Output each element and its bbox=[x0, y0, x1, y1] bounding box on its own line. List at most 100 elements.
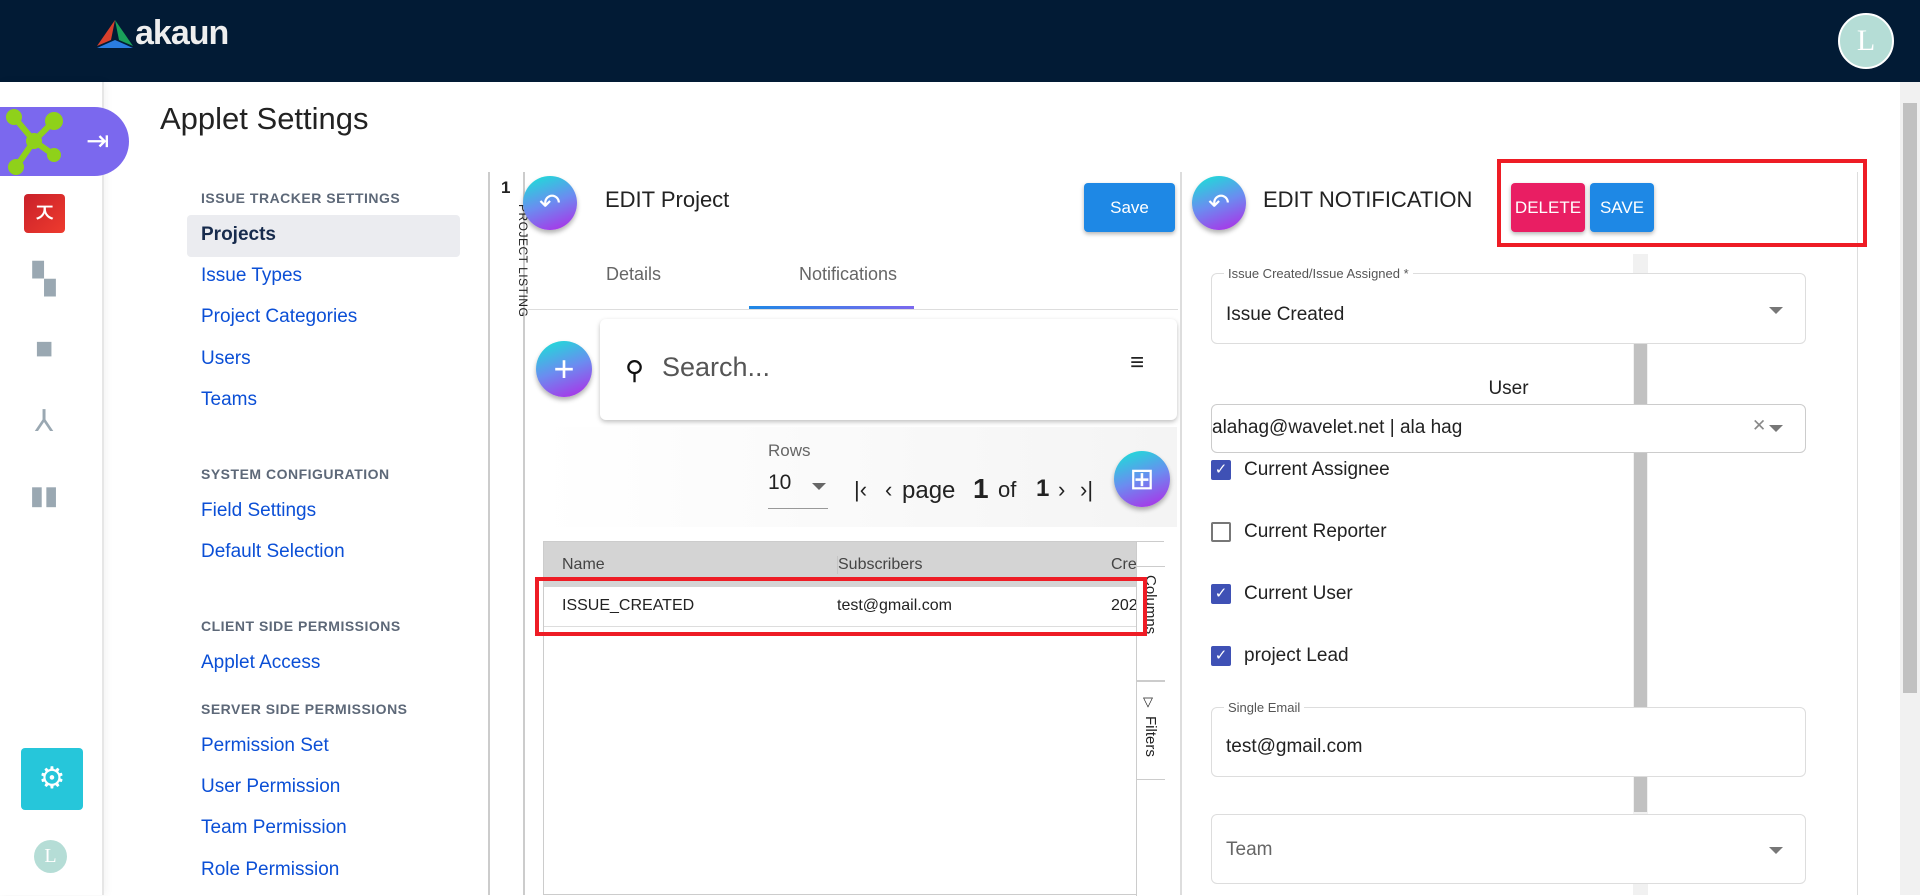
network-icon bbox=[6, 109, 63, 175]
grid-view-button[interactable]: ⊞ bbox=[1114, 451, 1170, 507]
listing-count: 1 bbox=[501, 178, 511, 197]
nav-item-default-selection[interactable]: Default Selection bbox=[201, 541, 345, 563]
grid-icon: ⊞ bbox=[1129, 462, 1155, 496]
nav-item-project-categories[interactable]: Project Categories bbox=[201, 306, 357, 328]
checkbox-project-lead[interactable]: ✓ bbox=[1211, 646, 1231, 666]
gear-icon: ⚙ bbox=[38, 762, 66, 795]
tabs-divider bbox=[528, 309, 1178, 310]
top-bar: akaun L bbox=[0, 0, 1920, 82]
next-page-icon[interactable]: › bbox=[1058, 477, 1065, 503]
single-email-value: test@gmail.com bbox=[1226, 736, 1363, 757]
page-current: 1 bbox=[973, 473, 989, 504]
pagination-bar: Rows 10 |‹ ‹ page 1 of 1 › ›| bbox=[540, 427, 1177, 527]
nav-item-user-permission[interactable]: User Permission bbox=[201, 776, 340, 798]
team-select[interactable]: Team bbox=[1211, 814, 1806, 884]
column-header-subscribers[interactable]: Subscribers bbox=[837, 556, 922, 574]
checkbox-current-reporter[interactable] bbox=[1211, 522, 1231, 542]
issue-tracker-app-icon[interactable]: ㅈ bbox=[24, 194, 65, 233]
user-select[interactable]: alahag@wavelet.net | ala hag ✕ bbox=[1211, 404, 1806, 453]
project-save-button[interactable]: Save bbox=[1084, 183, 1175, 232]
clear-icon[interactable]: ✕ bbox=[1752, 416, 1766, 436]
checkbox-current-assignee[interactable]: ✓ bbox=[1211, 460, 1231, 480]
listing-label: PROJECT LISTING bbox=[516, 204, 530, 318]
label-current-user: Current User bbox=[1244, 583, 1353, 604]
nav-heading-issue-tracker: ISSUE TRACKER SETTINGS bbox=[201, 190, 401, 206]
enter-icon: ⇥ bbox=[86, 125, 110, 156]
project-listing-collapsed-tab[interactable]: 1 PROJECT LISTING bbox=[488, 172, 530, 895]
nav-item-issue-types[interactable]: Issue Types bbox=[201, 265, 302, 287]
last-page-icon[interactable]: ›| bbox=[1080, 477, 1093, 503]
nav-heading-client-permissions: CLIENT SIDE PERMISSIONS bbox=[201, 618, 401, 634]
single-email-field[interactable]: Single Email test@gmail.com bbox=[1211, 700, 1806, 777]
chevron-down-icon bbox=[1769, 847, 1783, 854]
back-button[interactable]: ↶ bbox=[523, 176, 577, 230]
user-avatar[interactable]: L bbox=[1838, 13, 1894, 69]
funnel-icon: ▽ bbox=[1143, 694, 1153, 709]
briefcase-icon[interactable]: ■ bbox=[0, 332, 96, 366]
notification-back-button[interactable]: ↶ bbox=[1192, 176, 1246, 230]
logo-text: akaun bbox=[135, 14, 229, 52]
tab-details[interactable]: Details bbox=[606, 264, 661, 285]
bar-chart-icon[interactable]: ▮▮ bbox=[0, 480, 96, 511]
filter-icon[interactable]: ≡ bbox=[1130, 349, 1144, 377]
user-value: alahag@wavelet.net | ala hag bbox=[1212, 417, 1463, 438]
page-scrollbar[interactable] bbox=[1900, 82, 1920, 895]
first-page-icon[interactable]: |‹ bbox=[854, 477, 867, 503]
logo-icon bbox=[97, 20, 133, 48]
rail-avatar[interactable]: L bbox=[34, 840, 67, 873]
active-tab-indicator bbox=[749, 306, 914, 309]
panel-divider-right bbox=[1857, 172, 1858, 895]
label-current-assignee: Current Assignee bbox=[1244, 459, 1390, 480]
chevron-down-icon bbox=[812, 483, 826, 490]
page-scrollbar-thumb[interactable] bbox=[1903, 103, 1917, 693]
filters-label: Filters bbox=[1142, 716, 1159, 757]
applet-switcher-button[interactable]: ⇥ bbox=[0, 107, 129, 176]
label-current-reporter: Current Reporter bbox=[1244, 521, 1387, 542]
event-type-select[interactable]: Issue Created/Issue Assigned * Issue Cre… bbox=[1211, 266, 1806, 344]
filters-tab[interactable]: ▽ Filters bbox=[1137, 682, 1165, 780]
checkbox-current-user[interactable]: ✓ bbox=[1211, 584, 1231, 604]
nav-heading-server-permissions: SERVER SIDE PERMISSIONS bbox=[201, 701, 408, 717]
chevron-down-icon bbox=[1769, 307, 1783, 314]
user-heading: User bbox=[1488, 378, 1529, 399]
tab-notifications[interactable]: Notifications bbox=[799, 264, 897, 285]
hierarchy-icon[interactable]: ⅄ bbox=[0, 404, 96, 439]
search-input[interactable]: Search... bbox=[662, 352, 770, 383]
label-project-lead: project Lead bbox=[1244, 645, 1349, 666]
highlight-box-buttons bbox=[1497, 159, 1867, 247]
nav-item-applet-access[interactable]: Applet Access bbox=[201, 652, 320, 674]
nav-item-permission-set[interactable]: Permission Set bbox=[201, 735, 329, 757]
page-title: Applet Settings bbox=[160, 101, 369, 136]
rows-value: 10 bbox=[768, 471, 792, 494]
back-arrow-icon: ↶ bbox=[539, 187, 561, 218]
page-word: page bbox=[902, 477, 956, 504]
back-arrow-icon: ↶ bbox=[1208, 187, 1230, 218]
nav-item-field-settings[interactable]: Field Settings bbox=[201, 500, 316, 522]
nav-item-users[interactable]: Users bbox=[201, 348, 251, 370]
form-scrollbar[interactable] bbox=[1633, 254, 1648, 895]
nav-heading-system-config: SYSTEM CONFIGURATION bbox=[201, 466, 390, 482]
rows-label: Rows bbox=[768, 441, 811, 460]
column-header-created[interactable]: Cre bbox=[1111, 556, 1137, 574]
edit-project-title: EDIT Project bbox=[605, 187, 730, 212]
event-type-label: Issue Created/Issue Assigned * bbox=[1224, 266, 1413, 281]
rows-select[interactable]: 10 bbox=[768, 471, 828, 509]
column-header-name[interactable]: Name bbox=[562, 556, 605, 574]
dashboard-icon[interactable]: ▚ bbox=[0, 262, 96, 297]
prev-page-icon[interactable]: ‹ bbox=[885, 477, 892, 503]
edit-notification-title: EDIT NOTIFICATION bbox=[1263, 187, 1473, 212]
page-of: of bbox=[998, 477, 1017, 502]
nav-item-teams[interactable]: Teams bbox=[201, 389, 257, 411]
highlight-box-row bbox=[535, 577, 1147, 636]
nav-item-team-permission[interactable]: Team Permission bbox=[201, 817, 347, 839]
page-total: 1 bbox=[1036, 475, 1050, 502]
search-card: ⚲ Search... ≡ bbox=[600, 319, 1177, 420]
team-placeholder: Team bbox=[1226, 839, 1273, 860]
chevron-down-icon bbox=[1769, 425, 1783, 432]
nav-item-role-permission[interactable]: Role Permission bbox=[201, 859, 339, 881]
settings-button[interactable]: ⚙ bbox=[21, 748, 83, 810]
event-type-value: Issue Created bbox=[1226, 304, 1345, 325]
nav-item-projects[interactable]: Projects bbox=[201, 224, 276, 246]
app-rail: ⇥ ㅈ ▚ ■ ⅄ ▮▮ ⚙ L bbox=[0, 82, 129, 895]
add-notification-button[interactable]: + bbox=[536, 341, 592, 397]
